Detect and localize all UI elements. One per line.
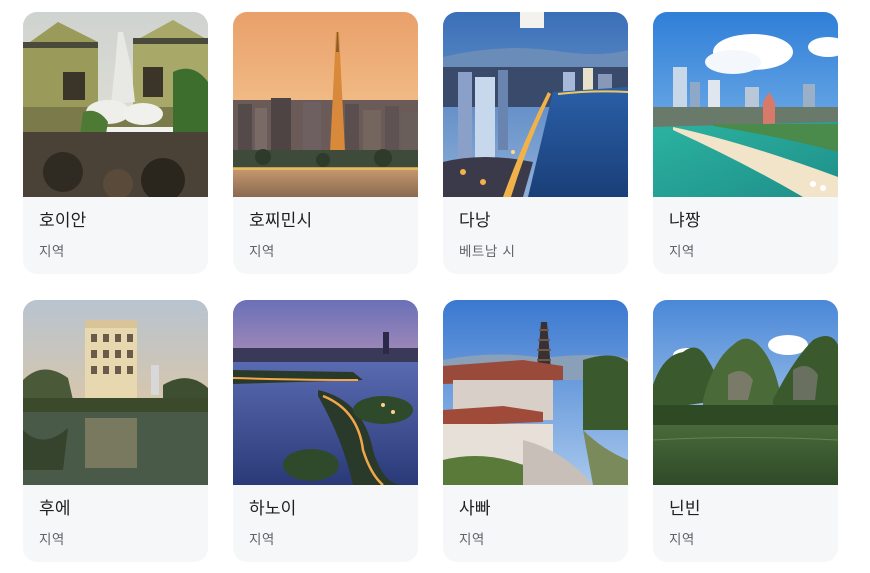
sapa-photo — [443, 300, 628, 485]
destination-card[interactable]: 냐짱 지역 — [653, 12, 838, 274]
destination-name: 하노이 — [249, 499, 297, 519]
destination-card[interactable]: 다낭 베트남 시 — [443, 12, 628, 274]
hue-photo — [23, 300, 208, 485]
destination-type: 지역 — [39, 244, 65, 260]
hoi-an-photo — [23, 12, 208, 197]
destination-card[interactable]: 후에 지역 — [23, 300, 208, 562]
ho-chi-minh-photo — [233, 12, 418, 197]
destination-type: 지역 — [249, 244, 275, 260]
destination-name: 닌빈 — [669, 499, 701, 519]
destination-type: 지역 — [39, 532, 65, 548]
destination-name: 후에 — [39, 499, 71, 519]
destination-type: 지역 — [669, 244, 695, 260]
destination-name: 사빠 — [459, 499, 491, 519]
destination-card[interactable]: 호찌민시 지역 — [233, 12, 418, 274]
destination-type: 지역 — [249, 532, 275, 548]
destination-card[interactable]: 사빠 지역 — [443, 300, 628, 562]
hanoi-photo — [233, 300, 418, 485]
da-nang-photo — [443, 12, 628, 197]
destination-name: 호이안 — [39, 211, 87, 231]
destination-name: 냐짱 — [669, 211, 701, 231]
destination-name: 다낭 — [459, 211, 491, 231]
destination-card[interactable]: 호이안 지역 — [23, 12, 208, 274]
destination-type: 지역 — [669, 532, 695, 548]
destination-card[interactable]: 하노이 지역 — [233, 300, 418, 562]
destination-grid: 호이안 지역 호찌민시 지역 다낭 베트남 시 냐짱 지역 후에 지역 하노이 … — [23, 12, 838, 562]
destination-card[interactable]: 닌빈 지역 — [653, 300, 838, 562]
destination-type: 베트남 시 — [459, 244, 516, 260]
nha-trang-photo — [653, 12, 838, 197]
destination-name: 호찌민시 — [249, 211, 313, 231]
destination-type: 지역 — [459, 532, 485, 548]
ninh-binh-photo — [653, 300, 838, 485]
